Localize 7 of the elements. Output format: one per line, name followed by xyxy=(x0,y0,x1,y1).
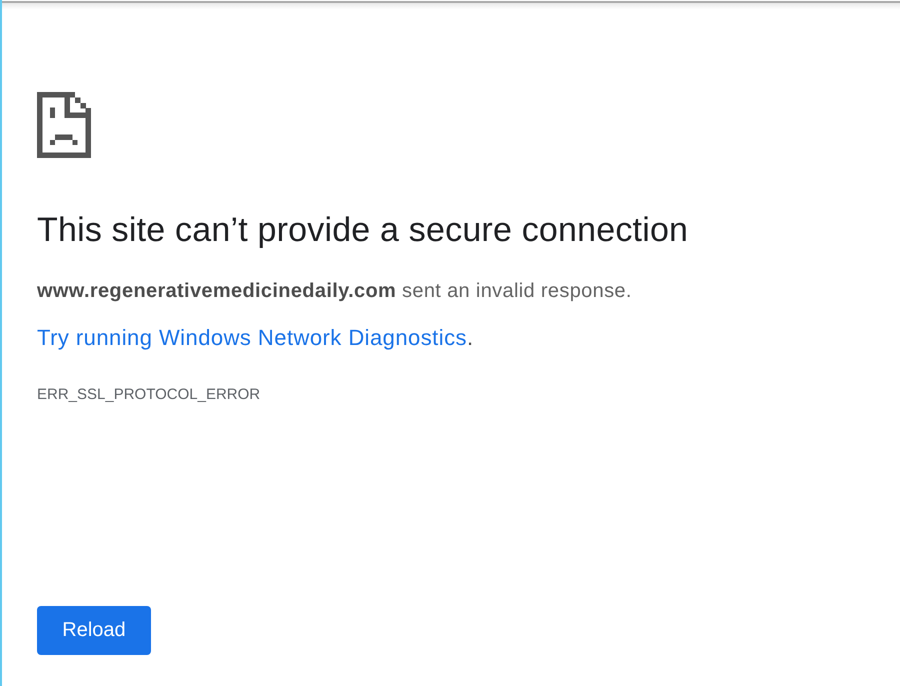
sad-page-icon xyxy=(37,92,91,158)
error-message: www.regenerativemedicinedaily.com sent an invalid response. xyxy=(37,279,632,303)
error-heading: This site can’t provide a secure connection xyxy=(37,212,688,248)
diagnostics-link[interactable]: Try running Windows Network Diagnostics xyxy=(37,325,467,350)
suggestion-text: Try running Windows Network Diagnostics. xyxy=(37,326,474,350)
error-code: ERR_SSL_PROTOCOL_ERROR xyxy=(37,385,260,405)
reload-button[interactable]: Reload xyxy=(37,606,151,655)
